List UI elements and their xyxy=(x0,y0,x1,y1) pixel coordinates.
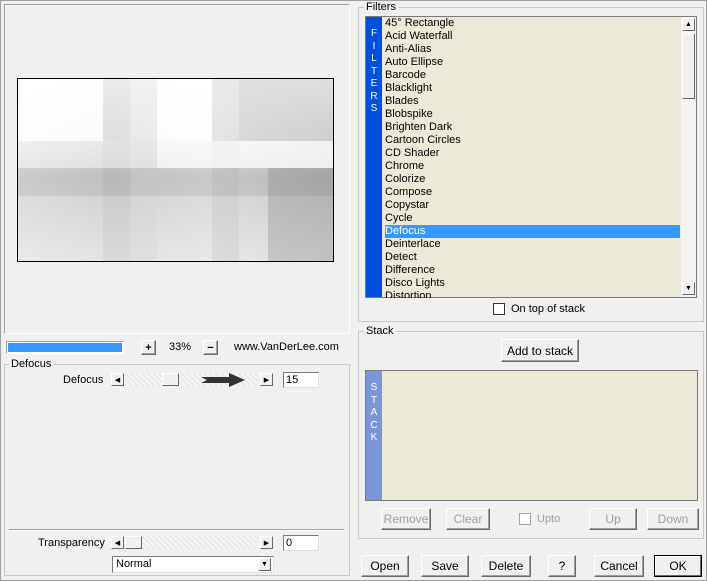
down-button[interactable]: Down xyxy=(647,508,699,530)
filters-group-label: Filters xyxy=(364,1,398,13)
scroll-thumb[interactable] xyxy=(682,33,695,99)
transparency-slider-thumb[interactable] xyxy=(125,536,142,549)
stack-listbox[interactable] xyxy=(365,370,698,501)
transparency-decrease-arrow[interactable]: ◀ xyxy=(111,536,124,549)
remove-button[interactable]: Remove xyxy=(381,508,431,530)
filters-scrollbar[interactable]: ▲ ▼ xyxy=(681,17,696,297)
filter-item[interactable]: Auto Ellipse xyxy=(385,56,680,69)
on-top-label: On top of stack xyxy=(511,303,585,315)
stack-side-letter: K xyxy=(370,432,378,443)
transparency-label: Transparency xyxy=(38,537,105,549)
filters-side-letter: E xyxy=(370,78,378,89)
filter-item[interactable]: Distortion xyxy=(385,290,680,298)
filter-item[interactable]: Anti-Alias xyxy=(385,43,680,56)
filters-side-letter: L xyxy=(371,53,377,64)
filter-item[interactable]: Copystar xyxy=(385,199,680,212)
on-top-checkbox[interactable] xyxy=(493,303,505,315)
filter-item[interactable]: Barcode xyxy=(385,69,680,82)
add-to-stack-button[interactable]: Add to stack xyxy=(501,339,579,362)
filters-side-letter: S xyxy=(370,103,378,114)
filters-side-letter: I xyxy=(372,40,376,52)
defocus-increase-arrow[interactable]: ▶ xyxy=(260,373,273,386)
filter-item[interactable]: Disco Lights xyxy=(385,277,680,290)
cancel-button[interactable]: Cancel xyxy=(594,555,644,577)
filter-item[interactable]: CD Shader xyxy=(385,147,680,160)
filter-item[interactable]: Cycle xyxy=(385,212,680,225)
help-button[interactable]: ? xyxy=(548,555,576,577)
filter-item[interactable]: Chrome xyxy=(385,160,680,173)
up-button[interactable]: Up xyxy=(589,508,637,530)
filter-item[interactable]: Acid Waterfall xyxy=(385,30,680,43)
chevron-down-icon[interactable]: ▼ xyxy=(258,558,271,571)
transparency-value-field[interactable]: 0 xyxy=(283,535,319,551)
zoom-level: 33% xyxy=(168,341,192,353)
defocus-slider-track[interactable] xyxy=(125,373,257,387)
save-button[interactable]: Save xyxy=(421,555,469,577)
transparency-increase-arrow[interactable]: ▶ xyxy=(260,536,273,549)
zoom-out-button[interactable]: − xyxy=(203,340,218,355)
filter-item[interactable]: Compose xyxy=(385,186,680,199)
separator xyxy=(9,529,344,531)
progress-bar xyxy=(6,341,124,354)
filter-item[interactable]: Brighten Dark xyxy=(385,121,680,134)
defocus-slider-thumb[interactable] xyxy=(162,373,179,386)
filters-side-letter: F xyxy=(370,28,378,39)
scroll-up-arrow[interactable]: ▲ xyxy=(682,18,695,31)
scroll-down-arrow[interactable]: ▼ xyxy=(682,282,695,295)
clear-button[interactable]: Clear xyxy=(446,508,490,530)
blend-mode-value: Normal xyxy=(116,558,152,570)
blend-mode-select[interactable]: Normal ▼ xyxy=(112,556,274,573)
defocus-decrease-arrow[interactable]: ◀ xyxy=(111,373,124,386)
filter-item[interactable]: Deinterlace xyxy=(385,238,680,251)
filter-item[interactable]: Blobspike xyxy=(385,108,680,121)
filter-item[interactable]: 45° Rectangle xyxy=(385,17,680,30)
filter-item[interactable]: Detect xyxy=(385,251,680,264)
upto-checkbox[interactable] xyxy=(519,513,531,525)
filter-item[interactable]: Defocus xyxy=(385,225,680,238)
stack-side-letter: C xyxy=(370,419,378,431)
filter-item[interactable]: Difference xyxy=(385,264,680,277)
filter-settings-label: Defocus xyxy=(9,358,54,370)
website-link[interactable]: www.VanDerLee.com xyxy=(234,341,339,353)
filter-item[interactable]: Colorize xyxy=(385,173,680,186)
delete-button[interactable]: Delete xyxy=(481,555,531,577)
filter-item[interactable]: Cartoon Circles xyxy=(385,134,680,147)
open-button[interactable]: Open xyxy=(361,555,409,577)
filter-item[interactable]: Blades xyxy=(385,95,680,108)
zoom-in-button[interactable]: + xyxy=(141,340,156,355)
stack-side-letter: T xyxy=(370,394,378,406)
stack-side-letter: S xyxy=(370,382,378,393)
filters-side-letter: T xyxy=(370,65,378,77)
ok-button[interactable]: OK xyxy=(654,555,702,577)
defocus-value-field[interactable]: 15 xyxy=(283,372,319,388)
stack-group-label: Stack xyxy=(364,325,396,337)
progress-fill xyxy=(8,343,122,352)
transparency-slider-track[interactable] xyxy=(125,536,257,549)
preview-image[interactable] xyxy=(17,78,334,262)
stack-side-letter: A xyxy=(370,407,378,418)
filters-side-letter: R xyxy=(370,90,378,102)
upto-label: Upto xyxy=(537,513,561,525)
filter-item[interactable]: Blacklight xyxy=(385,82,680,95)
arrow-right-icon xyxy=(201,373,245,387)
defocus-param-label: Defocus xyxy=(63,374,104,386)
